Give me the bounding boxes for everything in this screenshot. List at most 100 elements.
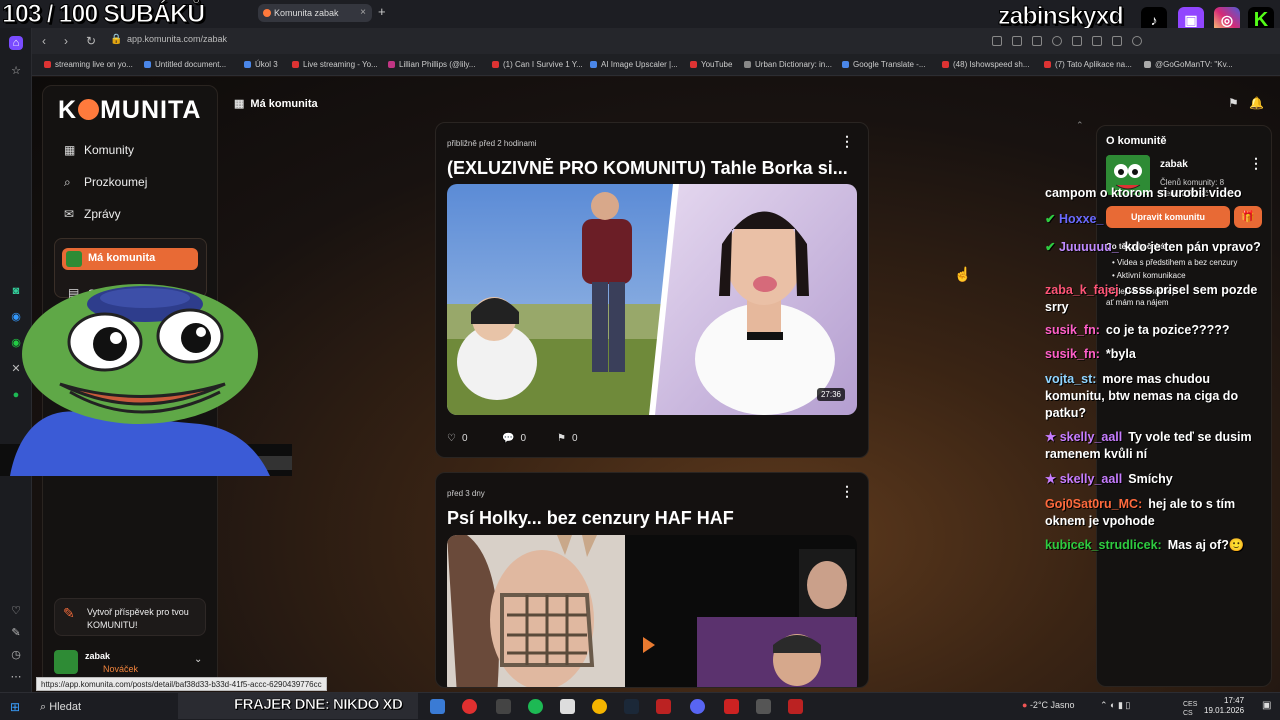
url-field[interactable]: app.komunita.com/zabak bbox=[127, 34, 227, 44]
toolbar-icon-7[interactable] bbox=[1112, 36, 1122, 46]
app-icon[interactable] bbox=[756, 699, 771, 714]
opera-icon[interactable] bbox=[462, 699, 477, 714]
feature-text: Aktivní komunikace bbox=[1116, 271, 1186, 280]
app-icon[interactable] bbox=[496, 699, 511, 714]
create-post-cta[interactable]: ✎ Vytvoř příspěvek pro tvou KOMUNITU! bbox=[54, 598, 206, 636]
sidebar-item-ma-komunita[interactable]: Má komunita bbox=[62, 248, 198, 270]
sidebar-item-label: Komunity bbox=[84, 143, 135, 157]
clock-time: 17:47 bbox=[1224, 696, 1245, 705]
toolbar-icon-3[interactable] bbox=[1032, 36, 1042, 46]
komunita-logo[interactable]: K MUNITA bbox=[58, 96, 201, 125]
bookmark-icon[interactable]: ⚑ bbox=[1228, 96, 1239, 110]
files-icon[interactable] bbox=[560, 699, 575, 714]
post-thumbnail[interactable]: 27:36 bbox=[447, 184, 857, 415]
chat-message: susik_fn: *byla bbox=[1045, 346, 1273, 363]
browser-tab-active[interactable]: Komunita zabak × bbox=[258, 4, 372, 22]
taskbar-search[interactable]: ⌕ Hledat bbox=[40, 701, 81, 714]
close-tab-icon[interactable]: × bbox=[360, 7, 366, 18]
community-name: zabak bbox=[1160, 159, 1188, 170]
avatar bbox=[54, 650, 78, 674]
scroll-up-icon[interactable]: ⌃ bbox=[1076, 120, 1084, 131]
comment-button[interactable]: 💬 0 bbox=[502, 433, 526, 444]
app-icon[interactable] bbox=[724, 699, 739, 714]
post-menu-icon[interactable]: ⋮ bbox=[840, 133, 854, 150]
feature-item: • Videa s předstihem a bez cenzury bbox=[1112, 258, 1238, 267]
sidebar-item-komunity[interactable]: ▦ Komunity bbox=[64, 143, 134, 157]
user-profile[interactable]: zabak Nováček ⌄ bbox=[54, 648, 206, 676]
discord-icon[interactable] bbox=[690, 699, 705, 714]
toolbar-icon-5[interactable] bbox=[1072, 36, 1082, 46]
bookmark-item[interactable]: AI Image Upscaler |... bbox=[590, 60, 678, 69]
bookmark-item[interactable]: Untitled document... bbox=[144, 60, 226, 69]
profile-icon[interactable] bbox=[1132, 36, 1142, 46]
toolbar-icon-4[interactable] bbox=[1052, 36, 1062, 46]
community-avatar bbox=[66, 251, 82, 267]
save-button[interactable]: ⚑ 0 bbox=[557, 433, 578, 444]
bookmark-item[interactable]: Google Translate -... bbox=[842, 60, 925, 69]
post-menu-icon[interactable]: ⋮ bbox=[840, 483, 854, 500]
bookmark-item[interactable]: YouTube bbox=[690, 60, 732, 69]
post-title[interactable]: Psí Holky... bez cenzury HAF HAF bbox=[447, 508, 857, 529]
weather-widget[interactable]: ● -2°C Jasno bbox=[1022, 700, 1075, 710]
chat-user: susik_fn: bbox=[1045, 347, 1100, 361]
sidebar-item-zpravy[interactable]: ✉ Zprávy bbox=[64, 207, 121, 221]
like-button[interactable]: ♡ 0 bbox=[447, 433, 468, 444]
windows-start-icon[interactable]: ⊞ bbox=[10, 700, 20, 714]
app-icon[interactable] bbox=[430, 699, 445, 714]
history-icon[interactable]: ◷ bbox=[9, 648, 23, 662]
toolbar-icon-2[interactable] bbox=[1012, 36, 1022, 46]
chat-message: susik_fn: co je ta pozice????? bbox=[1045, 322, 1273, 339]
chat-text: campom o ktorom si urobil video bbox=[1045, 186, 1242, 200]
sidebar-item-label: Má komunita bbox=[88, 252, 156, 264]
spotify-icon[interactable] bbox=[528, 699, 543, 714]
chrome-icon[interactable] bbox=[592, 699, 607, 714]
sidebar-item-label: Prozkoumej bbox=[84, 175, 148, 189]
heart-icon[interactable]: ♡ bbox=[9, 604, 23, 618]
bookmark-item[interactable]: Úkol 3 bbox=[244, 60, 278, 69]
bookmark-item[interactable]: streaming live on yo... bbox=[44, 60, 133, 69]
post-title[interactable]: (EXLUZIVNĚ PRO KOMUNITU) Tahle Borka si.… bbox=[447, 158, 857, 179]
chevron-down-icon[interactable]: ⌄ bbox=[194, 654, 202, 665]
logo-text-left: K bbox=[58, 96, 78, 124]
grid-icon: ▦ bbox=[64, 143, 76, 157]
app-icon[interactable] bbox=[656, 699, 671, 714]
back-icon[interactable]: ‹ bbox=[42, 34, 46, 48]
steam-icon[interactable] bbox=[624, 699, 639, 714]
reload-icon[interactable]: ↻ bbox=[86, 34, 96, 48]
clock[interactable]: 17:47 19.01.2026 bbox=[1204, 696, 1244, 716]
home-icon[interactable]: ⌂ bbox=[9, 36, 23, 50]
post-card[interactable]: přibližně před 2 hodinami ⋮ (EXLUZIVNĚ P… bbox=[435, 122, 869, 458]
bookmark-item[interactable]: Lillian Phillips (@lily... bbox=[388, 60, 475, 69]
bookmark-item[interactable]: (7) Tato Aplikace na... bbox=[1044, 60, 1132, 69]
forward-icon[interactable]: › bbox=[64, 34, 68, 48]
notification-icon[interactable]: ▣ bbox=[1262, 700, 1271, 711]
post-thumbnail[interactable] bbox=[447, 535, 857, 687]
pepe-frog-icon bbox=[0, 284, 292, 476]
bookmark-item[interactable]: Urban Dictionary: in... bbox=[744, 60, 832, 69]
bookmark-item[interactable]: @GoGoManTV: "Kv... bbox=[1144, 60, 1233, 69]
more-icon[interactable]: ⋯ bbox=[9, 670, 23, 684]
bell-icon[interactable]: 🔔 bbox=[1249, 96, 1264, 110]
star-icon[interactable]: ☆ bbox=[9, 64, 23, 78]
chat-message: ✔ Hoxxe_ bbox=[1045, 211, 1273, 228]
save-count: 0 bbox=[571, 433, 578, 444]
about-menu-icon[interactable]: ⋮ bbox=[1249, 155, 1263, 172]
bookmark-item[interactable]: (1) Can I Survive 1 Y... bbox=[492, 60, 583, 69]
app-icon[interactable] bbox=[788, 699, 803, 714]
post-actions: ♡ 0 💬 0 ⚑ 0 bbox=[447, 433, 857, 447]
tray-icons[interactable]: ⌃ ◐ ▮ ▯ bbox=[1100, 700, 1130, 711]
badge-icon: ★ bbox=[1045, 430, 1060, 444]
bookmark-item[interactable]: Live streaming - Yo... bbox=[292, 60, 378, 69]
download-icon[interactable] bbox=[1092, 36, 1102, 46]
new-tab-button[interactable]: + bbox=[378, 4, 386, 19]
sidebar-item-prozkoumej[interactable]: ⌕ Prozkoumej bbox=[64, 175, 147, 190]
post-time: před 3 dny bbox=[447, 489, 485, 498]
post-card[interactable]: před 3 dny ⋮ Psí Holky... bez cenzury HA… bbox=[435, 472, 869, 688]
chat-user: skelly_aall bbox=[1059, 472, 1123, 486]
user-name: zabak bbox=[85, 651, 111, 661]
edit-icon[interactable]: ✎ bbox=[9, 626, 23, 640]
chat-message: campom o ktorom si urobil video bbox=[1045, 185, 1273, 202]
language-indicator[interactable]: CES CS bbox=[1183, 700, 1197, 718]
toolbar-icon-1[interactable] bbox=[992, 36, 1002, 46]
bookmark-item[interactable]: (48) Ishowspeed sh... bbox=[942, 60, 1029, 69]
